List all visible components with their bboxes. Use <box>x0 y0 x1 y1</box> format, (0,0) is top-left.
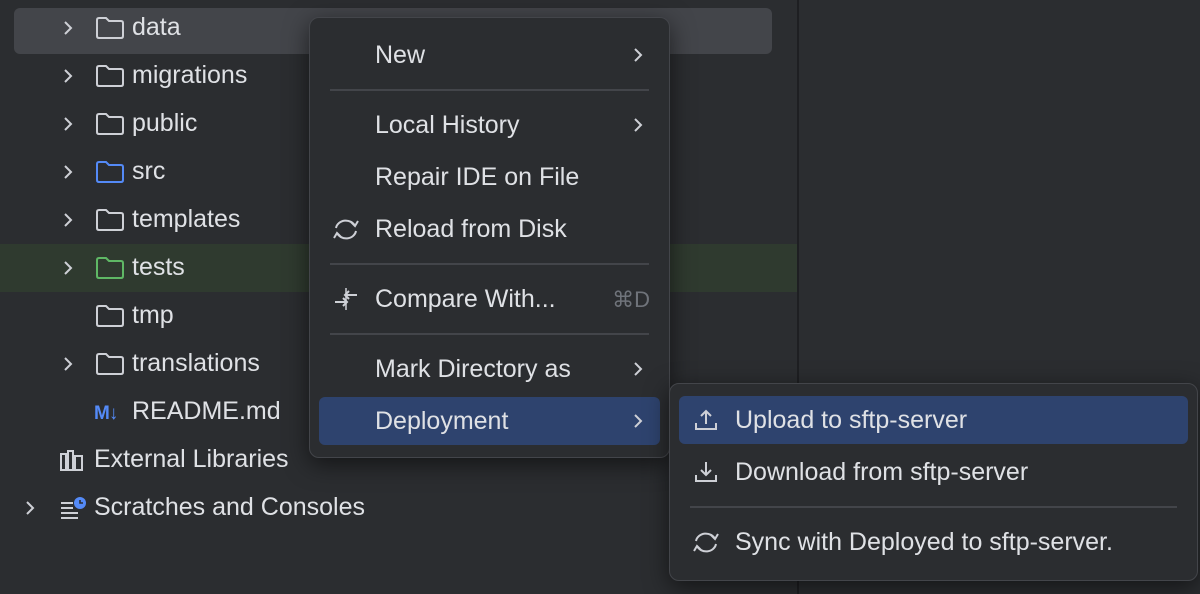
folder-icon <box>95 352 125 376</box>
chevron-right-icon[interactable] <box>58 18 78 38</box>
chevron-right-icon[interactable] <box>58 354 78 374</box>
tree-item-label: migrations <box>132 61 247 90</box>
sync-icon <box>691 529 721 555</box>
menu-item-reload-from-disk[interactable]: Reload from Disk <box>319 205 660 253</box>
test-folder-icon <box>95 256 125 280</box>
menu-item-repair-ide[interactable]: Repair IDE on File <box>319 153 660 201</box>
chevron-right-icon[interactable] <box>58 114 78 134</box>
menu-item-sync[interactable]: Sync with Deployed to sftp-server. <box>679 518 1188 566</box>
scratches-icon <box>58 496 88 520</box>
menu-separator <box>330 89 649 91</box>
menu-item-label: Deployment <box>375 407 508 436</box>
menu-item-label: Local History <box>375 111 520 140</box>
menu-item-new[interactable]: New <box>319 31 660 79</box>
menu-item-download[interactable]: Download from sftp-server <box>679 448 1188 496</box>
chevron-right-icon <box>630 361 646 377</box>
menu-item-mark-directory[interactable]: Mark Directory as <box>319 345 660 393</box>
menu-item-label: Reload from Disk <box>375 215 567 244</box>
menu-item-compare-with[interactable]: Compare With... ⌘D <box>319 275 660 323</box>
deployment-submenu: Upload to sftp-server Download from sftp… <box>669 383 1198 581</box>
menu-separator <box>330 263 649 265</box>
chevron-right-icon[interactable] <box>58 258 78 278</box>
tree-item-label: tmp <box>132 301 174 330</box>
chevron-right-icon[interactable] <box>58 66 78 86</box>
menu-item-label: Mark Directory as <box>375 355 571 384</box>
folder-icon <box>95 64 125 88</box>
upload-icon <box>691 407 721 433</box>
menu-item-deployment[interactable]: Deployment <box>319 397 660 445</box>
menu-separator <box>330 333 649 335</box>
reload-icon <box>331 216 361 242</box>
menu-item-local-history[interactable]: Local History <box>319 101 660 149</box>
folder-icon <box>95 304 125 328</box>
download-icon <box>691 459 721 485</box>
shortcut-label: ⌘D <box>612 287 650 313</box>
chevron-right-icon[interactable] <box>58 162 78 182</box>
compare-icon <box>331 286 361 312</box>
menu-item-label: Repair IDE on File <box>375 163 579 192</box>
tree-item-label: External Libraries <box>94 445 289 474</box>
menu-item-upload[interactable]: Upload to sftp-server <box>679 396 1188 444</box>
chevron-right-icon <box>630 413 646 429</box>
menu-item-label: New <box>375 41 425 70</box>
tree-item-label: tests <box>132 253 185 282</box>
chevron-right-icon[interactable] <box>58 210 78 230</box>
chevron-right-icon[interactable] <box>20 498 40 518</box>
tree-item-label: README.md <box>132 397 281 426</box>
tree-item-label: src <box>132 157 165 186</box>
menu-separator <box>690 506 1177 508</box>
folder-icon <box>95 16 125 40</box>
chevron-right-icon <box>630 117 646 133</box>
menu-item-label: Upload to sftp-server <box>735 406 967 435</box>
menu-item-label: Compare With... <box>375 285 556 314</box>
tree-item-label: templates <box>132 205 240 234</box>
folder-icon <box>95 112 125 136</box>
tree-item-label: translations <box>132 349 260 378</box>
library-icon <box>58 448 88 472</box>
tree-item-label: data <box>132 13 181 42</box>
tree-item-label: public <box>132 109 197 138</box>
tree-item-label: Scratches and Consoles <box>94 493 365 522</box>
folder-icon <box>95 208 125 232</box>
chevron-right-icon <box>630 47 646 63</box>
markdown-icon: M↓ <box>94 403 117 425</box>
menu-item-label: Download from sftp-server <box>735 458 1028 487</box>
context-menu: New Local History Repair IDE on File Rel… <box>309 17 670 458</box>
menu-item-label: Sync with Deployed to sftp-server. <box>735 528 1113 557</box>
source-folder-icon <box>95 160 125 184</box>
